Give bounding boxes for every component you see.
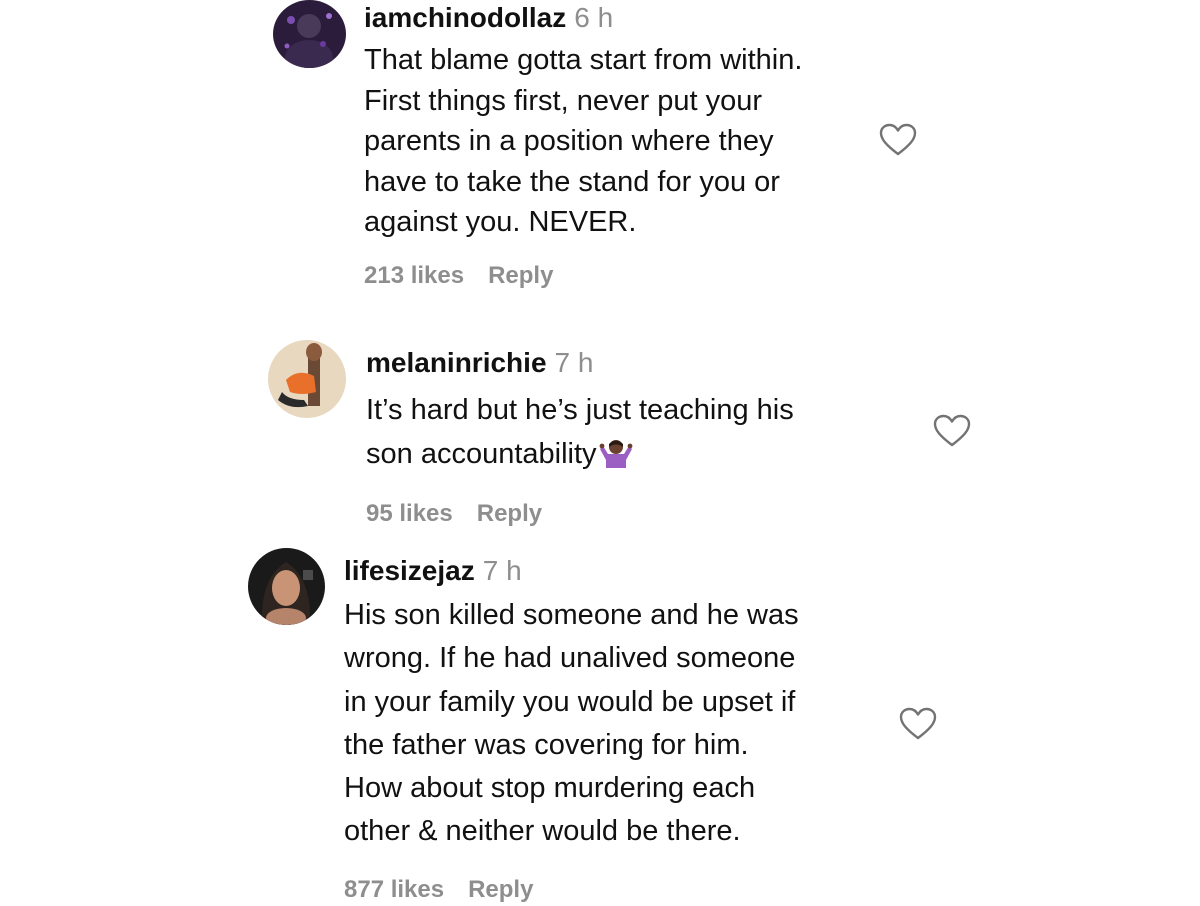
username[interactable]: lifesizejaz [344,555,475,586]
comment-text: His son killed someone and he was wrong.… [344,599,799,848]
person-shrugging-emoji-icon [599,436,633,481]
heart-icon[interactable] [932,413,972,454]
likes-count[interactable]: 95 likes [366,500,453,527]
comment-footer: 95 likes Reply [366,498,542,530]
reply-button[interactable]: Reply [477,500,542,527]
timestamp: 7 h [482,555,522,586]
timestamp: 7 h [554,347,594,378]
comment-text: It’s hard but he’s just teaching his son… [366,394,794,470]
comment-footer: 213 likes Reply [364,260,553,292]
comment-text-block: It’s hard but he’s just teaching his son… [366,388,926,481]
comment-footer: 877 likes Reply [344,874,533,906]
likes-count[interactable]: 213 likes [364,262,464,289]
avatar[interactable] [248,548,325,625]
heart-icon[interactable] [878,122,918,163]
timestamp: 6 h [574,2,614,33]
reply-button[interactable]: Reply [488,262,553,289]
comment-header: melaninrichie 7 h [366,344,593,382]
reply-button[interactable]: Reply [468,876,533,903]
heart-icon[interactable] [898,706,938,747]
likes-count[interactable]: 877 likes [344,876,444,903]
avatar[interactable] [273,0,346,68]
username[interactable]: iamchinodollaz [364,2,566,33]
username[interactable]: melaninrichie [366,347,547,378]
comment-text: That blame gotta start from within. Firs… [364,44,803,238]
comment-header: lifesizejaz 7 h [344,552,522,590]
comment-header: iamchinodollaz 6 h [364,0,613,36]
avatar[interactable] [268,340,346,418]
